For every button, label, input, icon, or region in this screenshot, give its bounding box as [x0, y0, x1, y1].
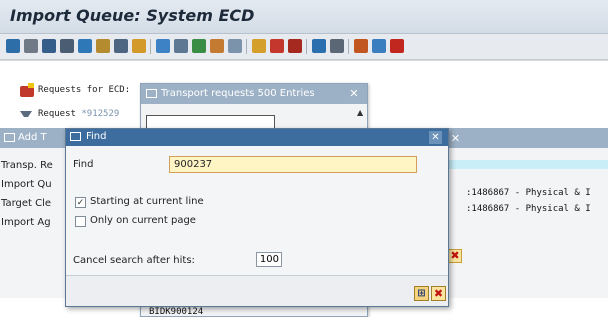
filter-funnel-icon — [20, 111, 32, 120]
close-button[interactable]: ✕ — [449, 132, 462, 145]
toolbar-separator — [150, 39, 151, 54]
window-icon — [70, 132, 81, 141]
scroll-up-icon[interactable]: ▲ — [357, 108, 363, 117]
filter2-icon[interactable] — [114, 39, 128, 53]
filter-icon[interactable] — [42, 39, 56, 53]
checkbox-label: Only on current page — [90, 215, 196, 226]
transport-requests-title: Transport requests 500 Entries — [161, 88, 315, 99]
transport-request-item[interactable]: BIDK900124 — [149, 307, 203, 317]
run-icon[interactable] — [192, 39, 206, 53]
close-button[interactable]: ✕ — [347, 87, 361, 100]
add-row-label: Transp. Re — [1, 160, 53, 171]
find-button-bar: ⊞ ✖ — [66, 275, 448, 306]
title-bar: Import Queue: System ECD — [0, 0, 608, 34]
transport-requests-field[interactable] — [146, 115, 275, 129]
zoom-icon[interactable] — [78, 39, 92, 53]
requests-label: Requests for ECD: — [38, 85, 131, 95]
truck2-icon[interactable] — [288, 39, 302, 53]
note-value: :1486867 - Physical & I — [466, 204, 591, 214]
arrow-icon[interactable] — [156, 39, 170, 53]
cancel-icon[interactable]: ✖ — [448, 249, 462, 263]
starting-at-current-line-checkbox[interactable]: ✓ — [75, 197, 86, 208]
doc-icon[interactable] — [174, 39, 188, 53]
toolbar-separator — [306, 39, 307, 54]
settings-icon[interactable] — [312, 39, 326, 53]
find-dialog: Find ✕ Find ✓ Starting at current line O… — [65, 128, 449, 307]
find-cancel-button[interactable]: ✖ — [431, 286, 446, 301]
cancel-search-hits-input[interactable] — [256, 252, 282, 267]
layout2-icon[interactable] — [354, 39, 368, 53]
import-icon[interactable] — [228, 39, 242, 53]
find-title: Find — [86, 131, 107, 142]
checkbox-label: Starting at current line — [90, 196, 204, 207]
toolbar-separator — [348, 39, 349, 54]
find-execute-button[interactable]: ⊞ — [414, 286, 429, 301]
window-icon — [4, 133, 15, 142]
grid-icon[interactable] — [372, 39, 386, 53]
find-titlebar: Find ✕ — [66, 129, 448, 146]
highlight-row — [440, 160, 608, 169]
help-icon[interactable] — [390, 39, 404, 53]
close-button[interactable]: ✕ — [429, 131, 442, 144]
refresh-icon[interactable] — [6, 39, 20, 53]
truck-icon[interactable] — [270, 39, 284, 53]
toolbar-separator — [246, 39, 247, 54]
add-row-label: Import Ag — [1, 217, 51, 228]
find-label: Find — [73, 159, 94, 170]
find-input[interactable] — [169, 156, 417, 173]
only-on-current-page-checkbox[interactable] — [75, 216, 86, 227]
print-icon[interactable] — [24, 39, 38, 53]
lock-icon[interactable] — [252, 39, 266, 53]
window-title: Import Queue: System ECD — [10, 6, 255, 25]
add-row-label: Target Cle — [1, 198, 52, 209]
export-icon[interactable] — [210, 39, 224, 53]
layout-icon[interactable] — [330, 39, 344, 53]
transport-requests-titlebar: Transport requests 500 Entries ✕ — [141, 84, 367, 104]
filter-label-prefix: Request — [38, 109, 76, 119]
add-row-label: Import Qu — [1, 179, 52, 190]
filter-label: Request *912529 — [38, 109, 119, 119]
transport-truck-icon — [20, 83, 34, 97]
cancel-search-label: Cancel search after hits: — [73, 255, 195, 266]
application-toolbar — [0, 34, 608, 60]
expand-icon[interactable] — [132, 39, 146, 53]
sort-icon[interactable] — [96, 39, 110, 53]
find-icon[interactable] — [60, 39, 74, 53]
filter-label-value: *912529 — [81, 109, 120, 119]
note-value: :1486867 - Physical & I — [466, 188, 591, 198]
window-icon — [146, 89, 157, 98]
add-transport-title: Add T — [18, 132, 47, 143]
